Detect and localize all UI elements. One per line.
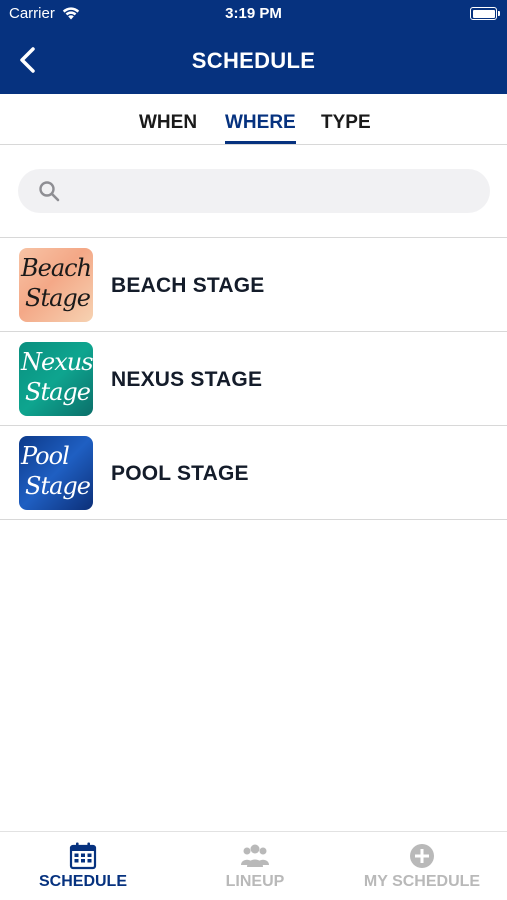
beach-stage-thumbnail: Beach Stage [19,248,93,322]
list-item-nexus-stage[interactable]: Nexus Stage NEXUS STAGE [0,332,507,426]
stage-label: BEACH STAGE [111,274,265,297]
thumb-text: Stage [25,378,91,406]
tab-where[interactable]: WHERE [225,112,296,144]
thumb-text: Pool [21,442,70,470]
nav-my-schedule[interactable]: MY SCHEDULE [352,832,492,900]
stage-list: Beach Stage BEACH STAGE Nexus Stage NEXU… [0,238,507,520]
search-icon [39,181,60,202]
pool-stage-thumbnail: Pool Stage [19,436,93,510]
status-bar: Carrier 3:19 PM [0,0,507,28]
battery-icon [470,7,500,20]
nav-label: SCHEDULE [38,873,127,890]
nav-label: LINEUP [225,873,285,890]
nexus-stage-thumbnail: Nexus Stage [19,342,93,416]
stage-label: NEXUS STAGE [111,368,263,391]
thumb-text: Beach [21,254,92,282]
search-section [0,145,507,238]
nav-label: MY SCHEDULE [363,873,481,890]
group-icon [241,844,269,867]
status-time: 3:19 PM [225,5,282,22]
stage-label: POOL STAGE [111,462,249,485]
bottom-tab-bar: SCHEDULE LINEUP MY SCHEDULE [0,831,507,900]
tab-when[interactable]: WHEN [139,112,197,144]
list-item-beach-stage[interactable]: Beach Stage BEACH STAGE [0,238,507,332]
thumb-text: Nexus [21,348,93,376]
page-title: SCHEDULE [191,48,316,73]
header: Carrier 3:19 PM SCHEDULE [0,0,507,94]
nav-lineup[interactable]: LINEUP [190,832,320,900]
search-bar[interactable] [18,169,490,213]
thumb-text: Stage [25,472,91,500]
thumb-text: Stage [25,284,91,312]
plus-circle-icon [410,844,434,868]
tab-bar: WHEN WHERE TYPE [0,94,507,145]
calendar-icon [69,842,97,870]
list-item-pool-stage[interactable]: Pool Stage POOL STAGE [0,426,507,520]
search-input[interactable] [70,169,470,213]
tab-type[interactable]: TYPE [321,112,371,144]
nav-schedule[interactable]: SCHEDULE [18,832,148,900]
